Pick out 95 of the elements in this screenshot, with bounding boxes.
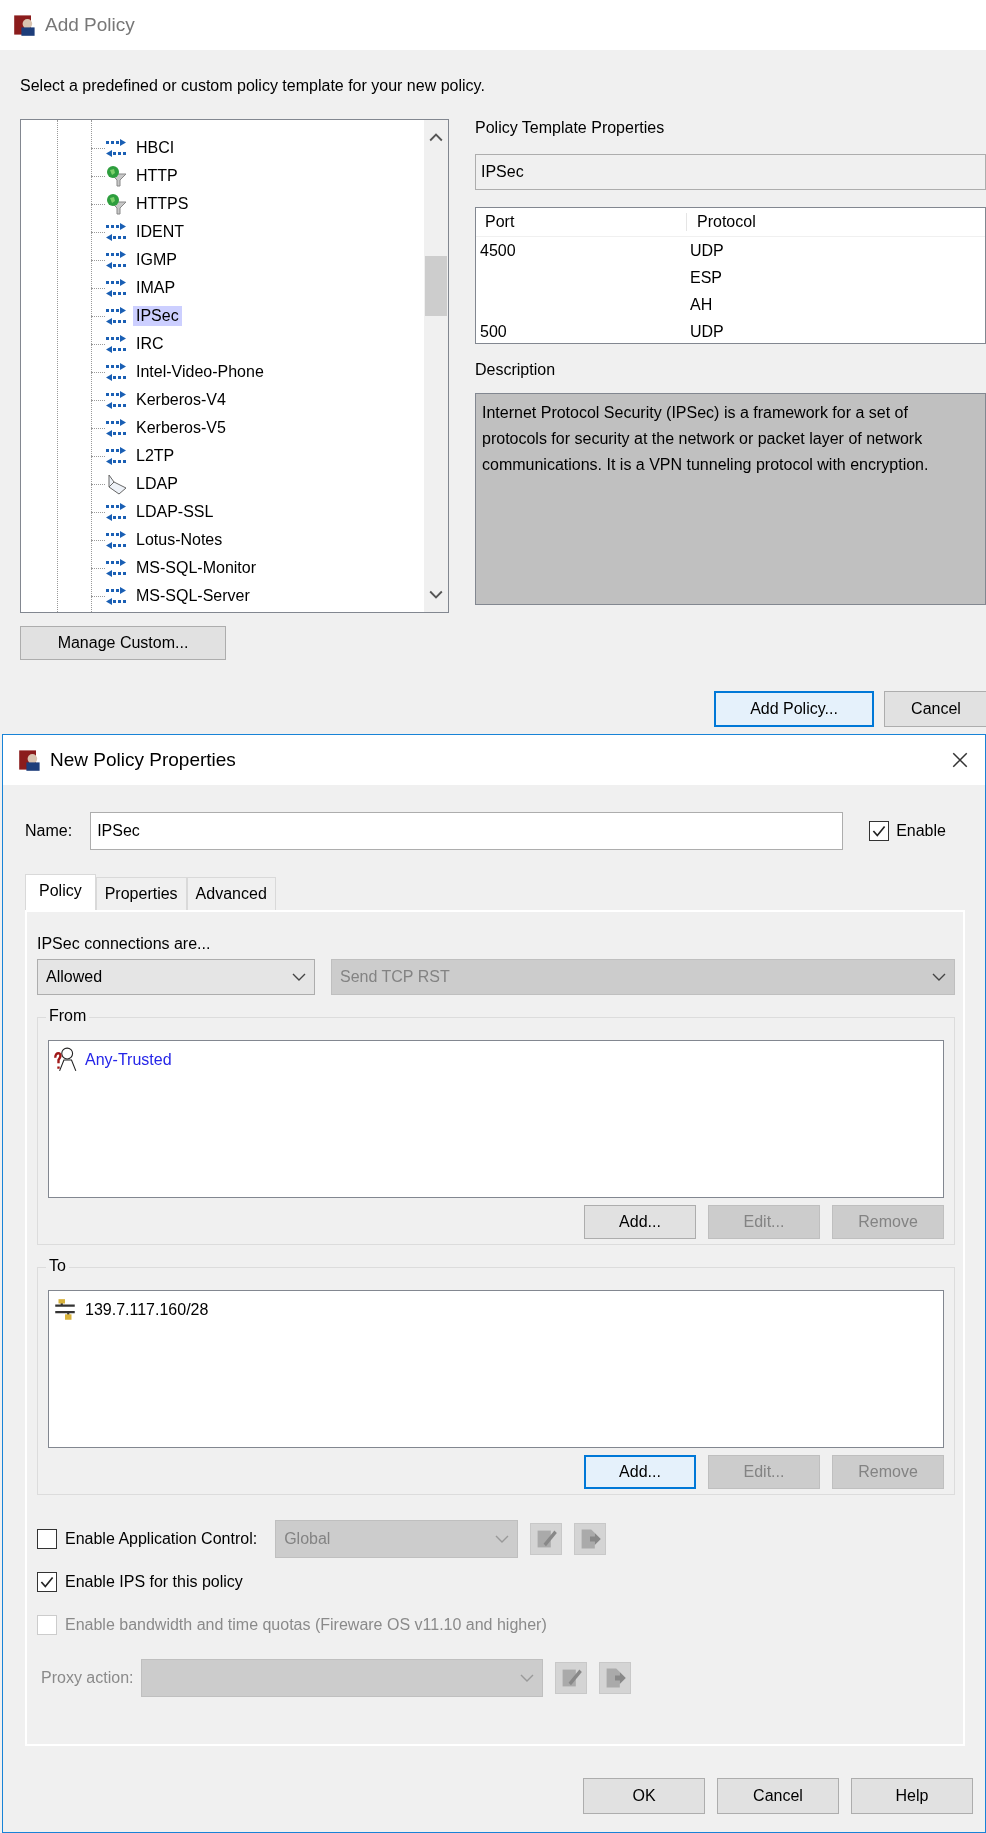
dropdown[interactable] — [141, 1658, 544, 1697]
edit-icon[interactable] — [555, 1661, 588, 1694]
arrows-icon — [105, 417, 127, 439]
arrows-icon — [105, 557, 127, 579]
column-header: Port — [476, 213, 687, 231]
network-icon — [53, 1297, 77, 1323]
edit-icon[interactable] — [530, 1522, 563, 1555]
tree-item[interactable]: IPSec — [133, 306, 182, 326]
tree-item[interactable]: MS-SQL-Monitor — [133, 558, 260, 578]
tree-item[interactable]: HBCI — [133, 138, 178, 158]
app-icon — [18, 748, 42, 772]
table-cell: 4500 — [480, 241, 516, 259]
chevron-down-icon — [932, 973, 946, 981]
dialog-button[interactable]: Help — [851, 1778, 973, 1814]
checkbox-label: Enable IPS for this policy — [65, 1572, 243, 1591]
window-title: Add Policy — [45, 14, 135, 36]
template-name-field: IPSec — [475, 154, 986, 190]
arrows-icon — [105, 501, 127, 523]
arrows-icon — [105, 221, 127, 243]
arrows-icon — [105, 137, 127, 159]
scrollbar-thumb[interactable] — [425, 256, 447, 316]
scroll-up-icon[interactable] — [429, 132, 443, 142]
tree-item[interactable]: IDENT — [133, 222, 187, 242]
manage-custom-button[interactable]: Manage Custom... — [20, 626, 226, 660]
name-label: Name: — [25, 822, 73, 840]
tab[interactable]: Properties — [95, 877, 187, 910]
book-icon — [105, 473, 127, 495]
person-question-icon — [53, 1047, 77, 1073]
arrows-icon — [105, 585, 127, 607]
group-button[interactable]: Add... — [584, 1455, 696, 1489]
description-label: Description — [475, 361, 557, 380]
tree-item[interactable]: LDAP-SSL — [133, 502, 217, 522]
chevron-down-icon — [495, 1534, 510, 1543]
tree-item[interactable]: Kerberos-V4 — [133, 390, 229, 410]
column-header: Protocol — [696, 213, 756, 231]
table-cell: UDP — [690, 241, 724, 259]
tree-item[interactable]: MS-SQL-Server — [133, 586, 253, 606]
checkbox[interactable] — [37, 1528, 57, 1549]
dialog-button[interactable]: Cancel — [884, 691, 986, 727]
dialog-button[interactable]: OK — [583, 1778, 705, 1814]
arrows-icon — [105, 249, 127, 271]
template-tree[interactable]: HBCI HTTP HTTPS IDENT IGMP IMAP IPSec IRC Intel-Video-Phone Kerberos-V4 Kerberos-V5 L2TP LDAP LDAP-SSL Lotus-Notes MS-SQL-Monitor MS-SQL-Server — [20, 119, 449, 613]
member-list[interactable]: 139.7.117.160/28 — [48, 1290, 944, 1448]
arrows-icon — [105, 361, 127, 383]
checkbox[interactable] — [37, 1571, 57, 1592]
checkbox[interactable] — [869, 821, 890, 841]
tree-item[interactable]: IRC — [133, 334, 167, 354]
globe-funnel-icon — [105, 165, 127, 187]
table-cell: UDP — [690, 322, 724, 340]
member-item[interactable]: Any-Trusted — [85, 1051, 172, 1069]
section-heading: Policy Template Properties — [475, 119, 666, 138]
window-title: New Policy Properties — [50, 749, 237, 771]
tree-item[interactable]: IMAP — [133, 278, 179, 298]
tab[interactable]: Policy — [25, 874, 96, 910]
proxy-action-label: Proxy action: — [41, 1668, 134, 1687]
tree-item[interactable]: Intel-Video-Phone — [133, 362, 267, 382]
dialog-button[interactable]: Cancel — [717, 1778, 839, 1814]
globe-funnel-icon — [105, 193, 127, 215]
export-icon[interactable] — [599, 1661, 632, 1694]
table-cell: ESP — [690, 268, 722, 286]
chevron-down-icon — [292, 973, 306, 981]
scrollbar[interactable] — [424, 120, 448, 612]
instruction-text: Select a predefined or custom policy template for your new policy. — [20, 77, 486, 96]
tree-item[interactable]: HTTPS — [133, 194, 192, 214]
arrows-icon — [105, 277, 127, 299]
tree-item[interactable]: Lotus-Notes — [133, 530, 226, 550]
arrows-icon — [105, 333, 127, 355]
table-cell: AH — [690, 295, 713, 313]
connections-label: IPSec connections are... — [37, 935, 212, 953]
tree-item[interactable]: LDAP — [133, 474, 181, 494]
tab[interactable]: Advanced — [186, 877, 276, 910]
table-cell: 500 — [480, 322, 507, 340]
arrows-icon — [105, 389, 127, 411]
chevron-down-icon — [520, 1673, 535, 1682]
description-text: Internet Protocol Security (IPSec) is a framework for a set of protocols for security at the network or packet layer of network communications. It is a VPN tunneling protocol with encryption. — [482, 403, 930, 475]
tree-item[interactable]: Kerberos-V5 — [133, 418, 229, 438]
tree-item[interactable]: L2TP — [133, 446, 178, 466]
checkbox-label: Enable — [896, 822, 946, 840]
member-item[interactable]: 139.7.117.160/28 — [85, 1301, 209, 1319]
member-list[interactable]: Any-Trusted — [48, 1040, 944, 1198]
arrows-icon — [105, 305, 127, 327]
dialog-button[interactable]: Add Policy... — [714, 691, 874, 727]
action-dropdown[interactable]: Allowed — [37, 959, 315, 995]
scroll-down-icon[interactable] — [429, 590, 443, 600]
tree-item[interactable]: IGMP — [133, 250, 180, 270]
checkbox-label: Enable Application Control: — [65, 1529, 258, 1548]
arrows-icon — [105, 445, 127, 467]
app-icon — [13, 13, 37, 37]
close-icon[interactable] — [951, 751, 969, 769]
checkbox-label: Enable bandwidth and time quotas (Fireware OS v11.10 and higher) — [65, 1615, 547, 1634]
export-icon[interactable] — [574, 1522, 607, 1555]
group-button[interactable]: Add... — [584, 1205, 696, 1239]
tree-item[interactable]: HTTP — [133, 166, 181, 186]
arrows-icon — [105, 529, 127, 551]
name-field[interactable]: IPSec — [90, 812, 844, 850]
